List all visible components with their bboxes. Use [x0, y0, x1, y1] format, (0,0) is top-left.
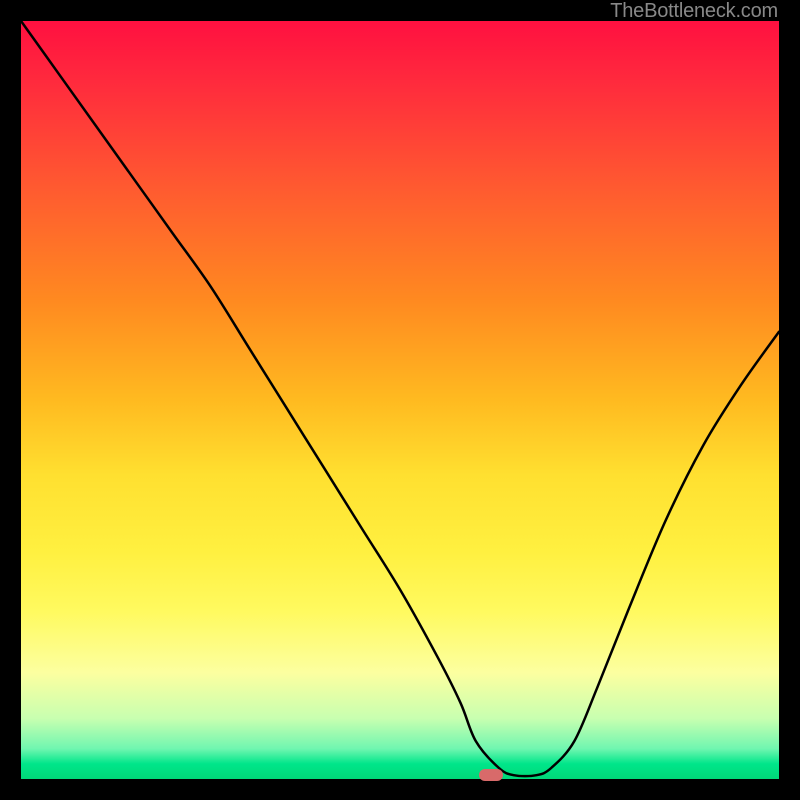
bottleneck-curve [21, 21, 779, 779]
bottleneck-marker [479, 769, 503, 781]
chart-frame: TheBottleneck.com [0, 0, 800, 800]
watermark-text: TheBottleneck.com [610, 0, 778, 23]
